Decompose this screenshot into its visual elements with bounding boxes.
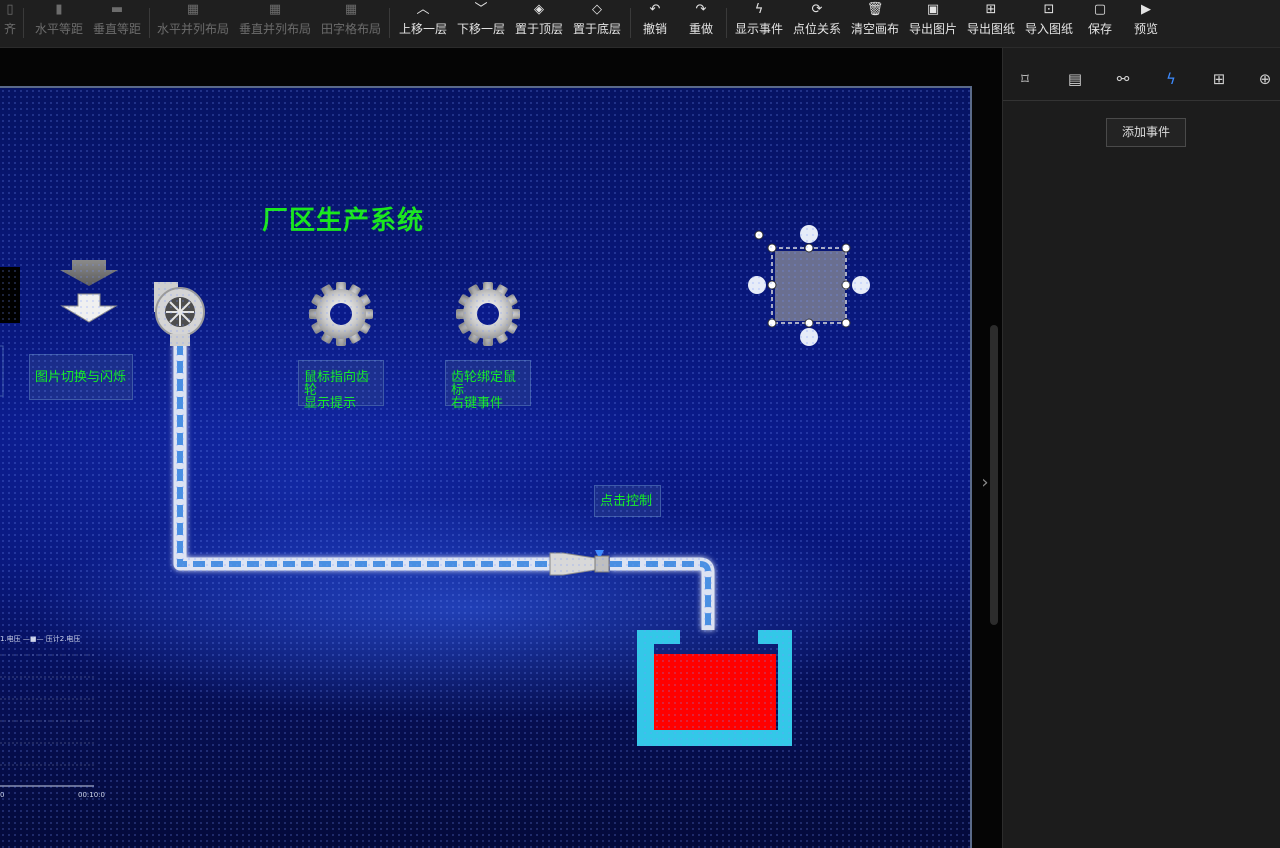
line-chart[interactable] bbox=[0, 654, 94, 787]
tab-data-settings[interactable]: ▤ bbox=[1053, 60, 1097, 98]
target-icon: ⊕ bbox=[1258, 70, 1272, 88]
tab-layout[interactable]: ⊞ bbox=[1197, 60, 1241, 98]
gear-bind-label[interactable]: 齿轮绑定鼠标 右键事件 bbox=[445, 360, 531, 410]
layers-top-icon: ◈ bbox=[534, 2, 544, 17]
data-settings-icon: ▤ bbox=[1067, 70, 1083, 88]
save-button[interactable]: ▢ 保存 bbox=[1084, 0, 1116, 47]
preview-button[interactable]: ▶ 预览 bbox=[1130, 0, 1162, 47]
canvas-title[interactable]: 厂区生产系统 bbox=[262, 200, 424, 237]
tab-frame[interactable]: ⌑ bbox=[1003, 60, 1047, 98]
image-switch-text: 图片切换与闪烁 bbox=[35, 370, 127, 385]
chart-legend: 1.电压 —■— 压计2.电压 bbox=[0, 635, 81, 643]
clear-canvas-button[interactable]: 🗑 清空画布 bbox=[848, 0, 902, 47]
layout-icon: ⊞ bbox=[1212, 70, 1226, 88]
click-control-button[interactable]: 点击控制 bbox=[594, 485, 661, 517]
refresh-icon: ⟳ bbox=[811, 2, 823, 17]
redo-button[interactable]: ↷ 重做 bbox=[684, 0, 718, 47]
h-distribute-button[interactable]: ▮ 水平等距 bbox=[32, 0, 86, 47]
gear-bind-text-1: 齿轮绑定鼠标 bbox=[451, 370, 517, 398]
h-distribute-icon: ▮ bbox=[55, 2, 63, 17]
image-switch-label[interactable]: 图片切换与闪烁 bbox=[29, 354, 133, 400]
chevron-up-icon: ︿ bbox=[416, 2, 430, 17]
bring-to-top-button[interactable]: ◈ 置于顶层 bbox=[512, 0, 566, 47]
gear-icon[interactable] bbox=[309, 282, 373, 346]
gear-bind-text-2: 右键事件 bbox=[451, 396, 504, 411]
add-event-button[interactable]: 添加事件 bbox=[1106, 118, 1186, 147]
trash-icon: 🗑 bbox=[866, 2, 884, 17]
h-layout-button[interactable]: ▦ 水平并列布局 bbox=[155, 0, 231, 47]
valve-icon[interactable] bbox=[549, 550, 610, 576]
gear-hover-text-1: 鼠标指向齿轮 bbox=[304, 370, 370, 398]
v-distribute-button[interactable]: ▬ 垂直等距 bbox=[90, 0, 144, 47]
collapse-panel-icon[interactable]: › bbox=[978, 465, 992, 501]
fan-pump-icon[interactable] bbox=[154, 282, 205, 346]
chart-x-end-label: 00:10:0 bbox=[78, 791, 105, 799]
chevron-down-icon: ﹀ bbox=[474, 2, 488, 17]
lightning-icon: ϟ bbox=[754, 2, 764, 17]
gear-hover-label[interactable]: 鼠标指向齿轮 显示提示 bbox=[298, 360, 384, 410]
layers-bottom-icon: ◇ bbox=[592, 2, 602, 17]
v-layout-button[interactable]: ▦ 垂直并列布局 bbox=[237, 0, 313, 47]
tab-events[interactable]: ϟ bbox=[1149, 60, 1193, 98]
gear-icon[interactable] bbox=[456, 282, 520, 346]
v-distribute-icon: ▬ bbox=[110, 2, 124, 17]
nodes-icon: ⚯ bbox=[1116, 70, 1130, 88]
move-up-button[interactable]: ︿ 上移一层 bbox=[396, 0, 450, 47]
tab-target[interactable]: ⊕ bbox=[1243, 60, 1280, 98]
grid-layout-button[interactable]: ▦ 田字格布局 bbox=[319, 0, 383, 47]
undo-button[interactable]: ↶ 撤销 bbox=[638, 0, 672, 47]
export-icon: ⊞ bbox=[985, 2, 997, 17]
lightning-icon: ϟ bbox=[1166, 70, 1176, 88]
toolbar: ▯ 齐 ▮ 水平等距 ▬ 垂直等距 ▦ 水平并列布局 ▦ 垂直并列布局 ▦ 田字… bbox=[0, 0, 1280, 48]
align-icon: ▯ bbox=[6, 2, 14, 17]
image-placeholder[interactable] bbox=[0, 267, 20, 323]
play-icon: ▶ bbox=[1141, 2, 1151, 17]
chart-x-start-label: 0 bbox=[0, 791, 5, 799]
gear-hover-text-2: 显示提示 bbox=[304, 396, 357, 411]
click-control-text: 点击控制 bbox=[600, 494, 653, 509]
redo-icon: ↷ bbox=[695, 2, 707, 17]
image-icon: ▣ bbox=[926, 2, 940, 17]
align-button[interactable]: ▯ 齐 bbox=[0, 0, 20, 47]
frame-icon: ⌑ bbox=[1021, 70, 1029, 88]
down-arrow-icon[interactable] bbox=[60, 260, 118, 323]
import-drawing-button[interactable]: ⊡ 导入图纸 bbox=[1022, 0, 1076, 47]
import-icon: ⊡ bbox=[1043, 2, 1055, 17]
drawing-canvas[interactable]: 厂区生产系统 图片切换与闪烁 鼠标指向齿轮 显示提示 齿轮绑定鼠标 右键事件 点… bbox=[0, 86, 972, 848]
v-layout-icon: ▦ bbox=[268, 2, 282, 17]
right-panel: ⌑ ▤ ⚯ ϟ ⊞ ⊕ 添加事件 bbox=[1002, 48, 1280, 848]
canvas-graphics bbox=[0, 225, 870, 787]
tank[interactable] bbox=[637, 630, 792, 746]
panel-divider bbox=[1003, 100, 1280, 101]
export-image-button[interactable]: ▣ 导出图片 bbox=[906, 0, 960, 47]
grid-layout-icon: ▦ bbox=[344, 2, 358, 17]
selected-shape[interactable] bbox=[748, 225, 870, 346]
move-down-button[interactable]: ﹀ 下移一层 bbox=[454, 0, 508, 47]
export-drawing-button[interactable]: ⊞ 导出图纸 bbox=[964, 0, 1018, 47]
point-relation-button[interactable]: ⟳ 点位关系 bbox=[790, 0, 844, 47]
show-events-button[interactable]: ϟ 显示事件 bbox=[732, 0, 786, 47]
save-icon: ▢ bbox=[1093, 2, 1107, 17]
tab-nodes[interactable]: ⚯ bbox=[1101, 60, 1145, 98]
partial-label-box bbox=[0, 345, 4, 397]
send-to-bottom-button[interactable]: ◇ 置于底层 bbox=[570, 0, 624, 47]
h-layout-icon: ▦ bbox=[186, 2, 200, 17]
undo-icon: ↶ bbox=[649, 2, 661, 17]
